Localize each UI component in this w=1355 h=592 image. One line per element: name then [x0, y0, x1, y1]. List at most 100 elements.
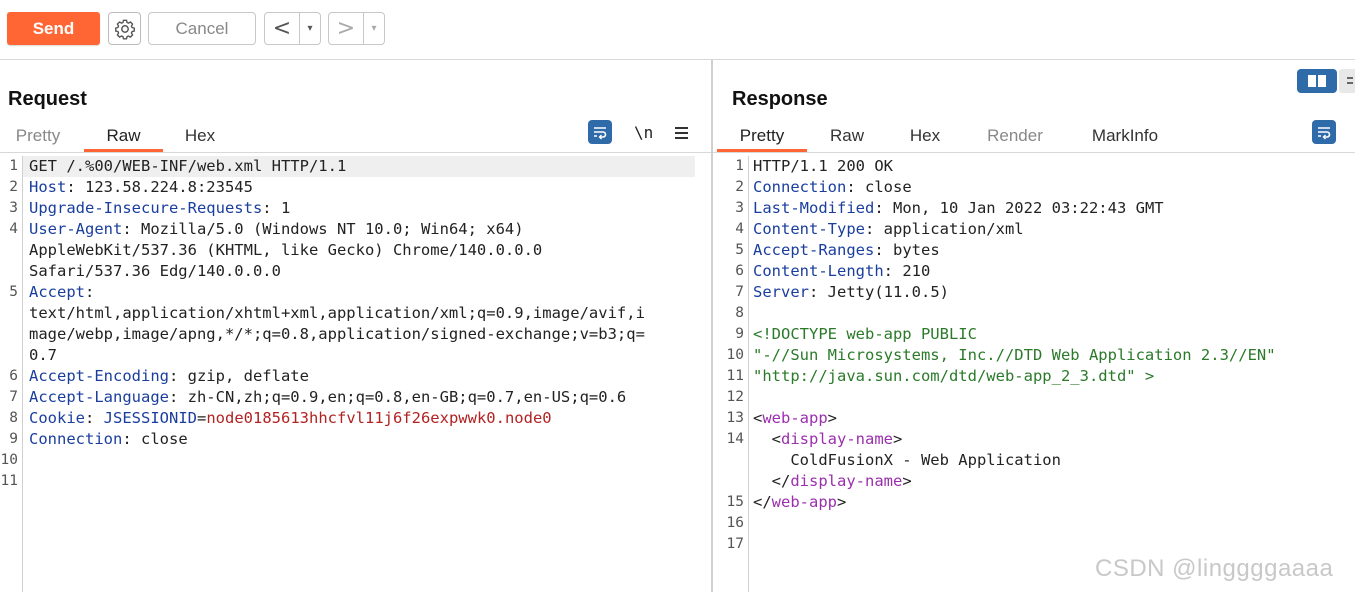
response-editor[interactable]: 1 HTTP/1.1 200 OK 2 Connection: close 3 Last-…: [713, 156, 1355, 592]
code-line: User-Agent: Mozilla/5.0 (Windows NT 10.0…: [29, 219, 524, 240]
toolbar: Send Cancel < ▾ > ▾: [0, 0, 1355, 60]
code-token: : zh-CN,zh;q=0.9,en;q=0.8,en-GB;q=0.7,en…: [168, 388, 627, 406]
request-editor[interactable]: 1 GET /.%00/WEB-INF/web.xml HTTP/1.1 2 Host…: [0, 156, 711, 592]
line-number: 8: [735, 305, 744, 321]
response-tab-render[interactable]: Render: [981, 124, 1049, 152]
line-number: 1: [735, 158, 744, 174]
layout-alt-button[interactable]: [1339, 69, 1355, 93]
code-token: : bytes: [874, 241, 940, 259]
wrap-icon: [594, 127, 607, 140]
code-token: Accept-Encoding: [29, 367, 169, 385]
back-dropdown-button[interactable]: ▾: [299, 13, 320, 44]
request-tab-hex[interactable]: Hex: [178, 124, 222, 152]
code-token: ColdFusionX - Web Application: [753, 451, 1061, 469]
request-tab-divider: [0, 152, 711, 153]
line-number: 2: [9, 179, 18, 195]
line-number: 1: [9, 158, 18, 174]
code-line: "-//Sun Microsystems, Inc.//DTD Web Appl…: [753, 345, 1276, 366]
code-token: :: [85, 409, 104, 427]
line-number: 17: [726, 536, 744, 552]
code-line: GET /.%00/WEB-INF/web.xml HTTP/1.1: [29, 156, 346, 177]
request-menu-button[interactable]: [674, 126, 690, 145]
code-token: : Jetty(11.0.5): [809, 283, 949, 301]
cancel-button[interactable]: Cancel: [148, 12, 256, 45]
code-line: <!DOCTYPE web-app PUBLIC: [753, 324, 977, 345]
code-token: text/html,application/xhtml+xml,applicat…: [29, 304, 645, 322]
line-number: 6: [9, 368, 18, 384]
line-number: 10: [0, 452, 18, 468]
code-token: : 210: [883, 262, 931, 280]
response-tab-pretty[interactable]: Pretty: [717, 124, 807, 152]
line-number: 16: [726, 515, 744, 531]
forward-button[interactable]: >: [329, 13, 363, 44]
line-number: 3: [735, 200, 744, 216]
code-line: Upgrade-Insecure-Requests: 1: [29, 198, 290, 219]
code-line: HTTP/1.1 200 OK: [753, 156, 893, 177]
line-number: 5: [9, 284, 18, 300]
layout-toggle-button[interactable]: [1297, 69, 1337, 93]
back-button[interactable]: <: [265, 13, 299, 44]
code-line: Accept:: [29, 282, 94, 303]
code-line: "http://java.sun.com/dtd/web-app_2_3.dtd…: [753, 366, 1154, 387]
response-tab-raw[interactable]: Raw: [823, 124, 871, 152]
code-token: Accept-Ranges: [753, 241, 875, 259]
line-number: 2: [735, 179, 744, 195]
code-token: </: [753, 472, 791, 490]
line-number: 11: [726, 368, 744, 384]
code-token: : application/xml: [864, 220, 1024, 238]
code-line: Accept-Encoding: gzip, deflate: [29, 366, 309, 387]
request-newline-toggle[interactable]: \n: [634, 123, 653, 142]
code-token: Content-Length: [753, 262, 884, 280]
request-tab-pretty[interactable]: Pretty: [10, 124, 66, 152]
code-token: >: [892, 430, 903, 448]
code-token: <: [753, 409, 763, 427]
settings-button[interactable]: [108, 12, 141, 45]
code-line: AppleWebKit/537.36 (KHTML, like Gecko) C…: [29, 240, 542, 261]
line-number: 7: [9, 389, 18, 405]
code-line: Content-Type: application/xml: [753, 219, 1024, 240]
request-wrap-button[interactable]: [588, 120, 612, 144]
request-title: Request: [8, 88, 87, 110]
code-line: Accept-Language: zh-CN,zh;q=0.9,en;q=0.8…: [29, 387, 626, 408]
menu-icon: [1347, 77, 1353, 84]
code-token: <: [753, 430, 781, 448]
code-token: Connection: [29, 430, 123, 448]
response-tab-divider: [713, 152, 1355, 153]
code-line: 0.7: [29, 345, 57, 366]
code-line: mage/webp,image/apng,*/*;q=0.8,applicati…: [29, 324, 645, 345]
code-token: : close: [122, 430, 188, 448]
code-token: : 1: [262, 199, 291, 217]
watermark: CSDN @linggggaaaa: [1095, 555, 1334, 582]
line-number: 4: [9, 221, 18, 237]
line-number: 6: [735, 263, 744, 279]
line-number: 3: [9, 200, 18, 216]
code-token: Cookie: [29, 409, 85, 427]
code-token: : gzip, deflate: [168, 367, 309, 385]
code-line: <display-name>: [753, 429, 903, 450]
forward-dropdown-button[interactable]: ▾: [363, 13, 384, 44]
response-tab-hex[interactable]: Hex: [905, 124, 945, 152]
code-line: Last-Modified: Mon, 10 Jan 2022 03:22:43…: [753, 198, 1164, 219]
line-number: 9: [9, 431, 18, 447]
line-number: 7: [735, 284, 744, 300]
line-number: 12: [726, 389, 744, 405]
code-token: display-name: [781, 430, 893, 448]
code-token: Accept-Language: [29, 388, 169, 406]
line-number: 13: [726, 410, 744, 426]
code-token: Accept: [29, 283, 85, 301]
line-number: 8: [9, 410, 18, 426]
send-button[interactable]: Send: [7, 12, 100, 45]
code-line: Safari/537.36 Edg/140.0.0.0: [29, 261, 281, 282]
code-line: Accept-Ranges: bytes: [753, 240, 940, 261]
code-line: </web-app>: [753, 492, 846, 513]
line-number: 15: [726, 494, 744, 510]
response-wrap-button[interactable]: [1312, 120, 1336, 144]
code-token: =: [197, 409, 207, 427]
code-token: >: [827, 409, 838, 427]
code-token: : Mon, 10 Jan 2022 03:22:43 GMT: [874, 199, 1164, 217]
code-token: : Mozilla/5.0 (Windows NT 10.0; Win64; x…: [122, 220, 524, 238]
request-tab-raw[interactable]: Raw: [84, 124, 163, 152]
code-token: node0185613hhcfvl11j6f26expwwk0.node0: [206, 409, 552, 427]
forward-nav-group: > ▾: [328, 12, 385, 45]
response-tab-markinfo[interactable]: MarkInfo: [1085, 124, 1165, 152]
